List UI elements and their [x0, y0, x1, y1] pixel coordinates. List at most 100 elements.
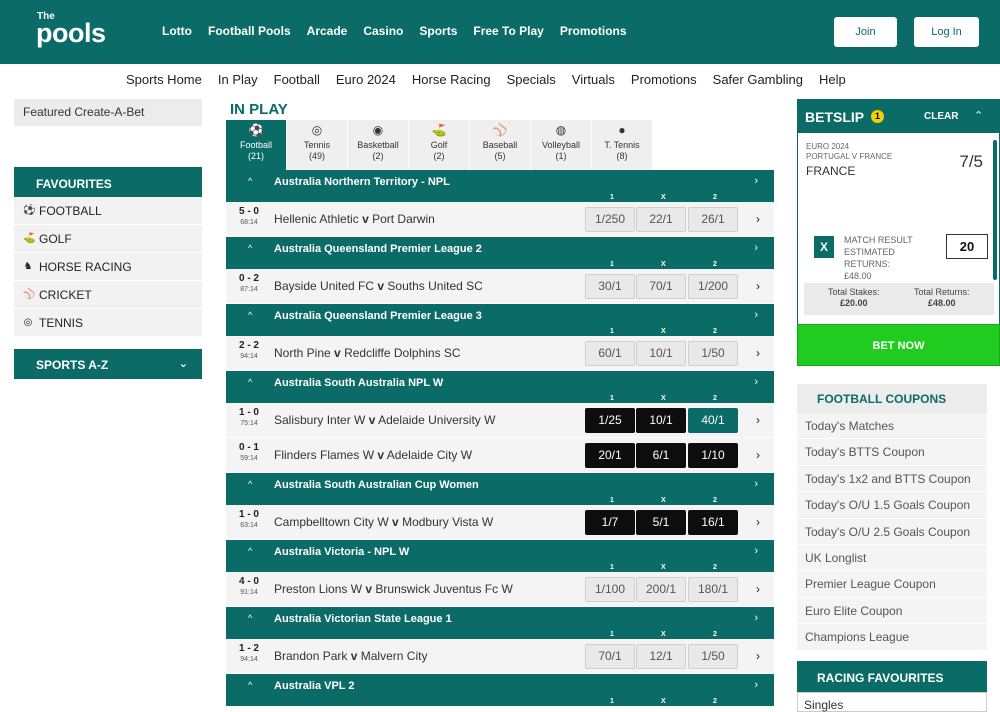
match-row[interactable]: 0 - 1 59:14 Flinders Flames W v Adelaide C…	[226, 438, 774, 473]
coupon-link-uk-longlist[interactable]: UK Longlist	[797, 544, 987, 572]
odds-button[interactable]: 1/10	[688, 443, 738, 468]
remove-selection-button[interactable]: X	[814, 236, 834, 258]
match-row[interactable]: 1 - 2 94:14 Brandon Park v Malvern City 70/…	[226, 639, 774, 674]
match-teams[interactable]: Flinders Flames W v Adelaide City W	[274, 448, 472, 462]
odds-button[interactable]: 200/1	[636, 577, 686, 602]
tab-tennis[interactable]: ◎ Tennis (49)	[287, 120, 347, 170]
favourite-item-football[interactable]: ⚽ FOOTBALL	[14, 197, 202, 225]
stake-input[interactable]: 20	[946, 234, 988, 259]
competition-header[interactable]: ^ Australia Queensland Premier League 3 › 1…	[226, 304, 774, 336]
login-button[interactable]: Log In	[914, 17, 979, 47]
odds-button[interactable]: 10/1	[636, 341, 686, 366]
match-row[interactable]: 4 - 0 91:14 Preston Lions W v Brunswick Ju…	[226, 572, 774, 607]
chevron-right-icon[interactable]: ›	[754, 376, 758, 388]
featured-create-a-bet-link[interactable]: Featured Create-A-Bet	[14, 99, 202, 126]
match-row[interactable]: 1 - 0 63:14 Campbelltown City W v Modbury …	[226, 505, 774, 540]
chevron-right-icon[interactable]: ›	[754, 242, 758, 254]
favourite-item-golf[interactable]: ⛳ GOLF	[14, 225, 202, 253]
sub-nav-football[interactable]: Football	[274, 72, 320, 87]
match-teams[interactable]: Preston Lions W v Brunswick Juventus Fc …	[274, 582, 513, 596]
chevron-right-icon[interactable]: ›	[756, 448, 760, 462]
chevron-right-icon[interactable]: ›	[754, 612, 758, 624]
pools-logo[interactable]: The pools	[36, 12, 106, 47]
chevron-right-icon[interactable]: ›	[754, 545, 758, 557]
odds-button[interactable]: 40/1	[688, 408, 738, 433]
competition-header[interactable]: ^ Australia Victoria - NPL W › 1 X 2	[226, 540, 774, 572]
chevron-up-icon[interactable]: ^	[248, 377, 252, 387]
match-row[interactable]: 0 - 2 87:14 Bayside United FC v Souths Uni…	[226, 269, 774, 304]
chevron-right-icon[interactable]: ›	[756, 212, 760, 226]
favourite-item-cricket[interactable]: ⚾ CRICKET	[14, 281, 202, 309]
tab-golf[interactable]: ⛳ Golf (2)	[409, 120, 469, 170]
odds-button[interactable]: 5/1	[636, 510, 686, 535]
chevron-up-icon[interactable]: ⌃	[974, 109, 983, 122]
odds-button[interactable]: 1/7	[585, 510, 635, 535]
odds-button[interactable]: 12/1	[636, 644, 686, 669]
main-nav-football-pools[interactable]: Football Pools	[208, 24, 291, 38]
tab-basketball[interactable]: ◉ Basketball (2)	[348, 120, 408, 170]
odds-button[interactable]: 70/1	[636, 274, 686, 299]
main-nav-free-to-play[interactable]: Free To Play	[473, 24, 543, 38]
match-teams[interactable]: Bayside United FC v Souths United SC	[274, 279, 483, 293]
chevron-right-icon[interactable]: ›	[756, 413, 760, 427]
match-teams[interactable]: Hellenic Athletic v Port Darwin	[274, 212, 435, 226]
chevron-up-icon[interactable]: ^	[248, 243, 252, 253]
coupon-link-euro-elite-coupon[interactable]: Euro Elite Coupon	[797, 597, 987, 625]
chevron-up-icon[interactable]: ^	[248, 479, 252, 489]
match-row[interactable]: 1 - 0 75:14 Salisbury Inter W v Adelaide U…	[226, 403, 774, 438]
chevron-right-icon[interactable]: ›	[756, 515, 760, 529]
sub-nav-promotions[interactable]: Promotions	[631, 72, 697, 87]
coupon-link-today-s-1x2-and-btts-coupon[interactable]: Today's 1x2 and BTTS Coupon	[797, 465, 987, 493]
tab-football[interactable]: ⚽ Football (21)	[226, 120, 286, 170]
chevron-up-icon[interactable]: ^	[248, 310, 252, 320]
competition-header[interactable]: ^ Australia Queensland Premier League 2 › 1…	[226, 237, 774, 269]
odds-button[interactable]: 16/1	[688, 510, 738, 535]
match-teams[interactable]: Brandon Park v Malvern City	[274, 649, 427, 663]
main-nav-sports[interactable]: Sports	[419, 24, 457, 38]
sub-nav-virtuals[interactable]: Virtuals	[572, 72, 615, 87]
odds-button[interactable]: 1/50	[688, 341, 738, 366]
chevron-right-icon[interactable]: ›	[754, 679, 758, 691]
odds-button[interactable]: 70/1	[585, 644, 635, 669]
odds-button[interactable]: 30/1	[585, 274, 635, 299]
odds-button[interactable]: 6/1	[636, 443, 686, 468]
chevron-right-icon[interactable]: ›	[754, 175, 758, 187]
chevron-up-icon[interactable]: ^	[248, 546, 252, 556]
chevron-right-icon[interactable]: ›	[756, 279, 760, 293]
coupon-link-today-s-o-u-2-5-goals-coupon[interactable]: Today's O/U 2.5 Goals Coupon	[797, 518, 987, 545]
sub-nav-in-play[interactable]: In Play	[218, 72, 258, 87]
sub-nav-sports-home[interactable]: Sports Home	[126, 72, 202, 87]
tab-baseball[interactable]: ⚾ Baseball (5)	[470, 120, 530, 170]
sub-nav-specials[interactable]: Specials	[507, 72, 556, 87]
chevron-up-icon[interactable]: ^	[248, 613, 252, 623]
competition-header[interactable]: ^ Australia VPL 2 › 1 X 2	[226, 674, 774, 706]
odds-button[interactable]: 1/200	[688, 274, 738, 299]
chevron-up-icon[interactable]: ^	[248, 176, 252, 186]
sub-nav-euro-2024[interactable]: Euro 2024	[336, 72, 396, 87]
match-teams[interactable]: Campbelltown City W v Modbury Vista W	[274, 515, 493, 529]
bet-now-button[interactable]: BET NOW	[797, 324, 1000, 366]
competition-header[interactable]: ^ Australia South Australia NPL W › 1 X 2	[226, 371, 774, 403]
sub-nav-safer-gambling[interactable]: Safer Gambling	[713, 72, 803, 87]
tab-t-tennis[interactable]: ● T. Tennis (8)	[592, 120, 652, 170]
coupon-link-today-s-btts-coupon[interactable]: Today's BTTS Coupon	[797, 439, 987, 466]
match-teams[interactable]: North Pine v Redcliffe Dolphins SC	[274, 346, 461, 360]
chevron-right-icon[interactable]: ›	[756, 346, 760, 360]
main-nav-casino[interactable]: Casino	[363, 24, 403, 38]
odds-button[interactable]: 1/250	[585, 207, 635, 232]
chevron-right-icon[interactable]: ›	[756, 649, 760, 663]
odds-button[interactable]: 60/1	[585, 341, 635, 366]
tab-volleyball[interactable]: ◍ Volleyball (1)	[531, 120, 591, 170]
main-nav-arcade[interactable]: Arcade	[307, 24, 348, 38]
odds-button[interactable]: 26/1	[688, 207, 738, 232]
competition-header[interactable]: ^ Australia South Australian Cup Women › 1 X…	[226, 473, 774, 505]
chevron-up-icon[interactable]: ^	[248, 680, 252, 690]
coupon-link-champions-league[interactable]: Champions League	[797, 624, 987, 651]
odds-button[interactable]: 22/1	[636, 207, 686, 232]
chevron-right-icon[interactable]: ›	[754, 309, 758, 321]
competition-header[interactable]: ^ Australia Northern Territory - NPL › 1 X 2	[226, 170, 774, 202]
main-nav-promotions[interactable]: Promotions	[560, 24, 627, 38]
odds-button[interactable]: 1/25	[585, 408, 635, 433]
chevron-right-icon[interactable]: ›	[754, 478, 758, 490]
match-teams[interactable]: Salisbury Inter W v Adelaide University …	[274, 413, 495, 427]
